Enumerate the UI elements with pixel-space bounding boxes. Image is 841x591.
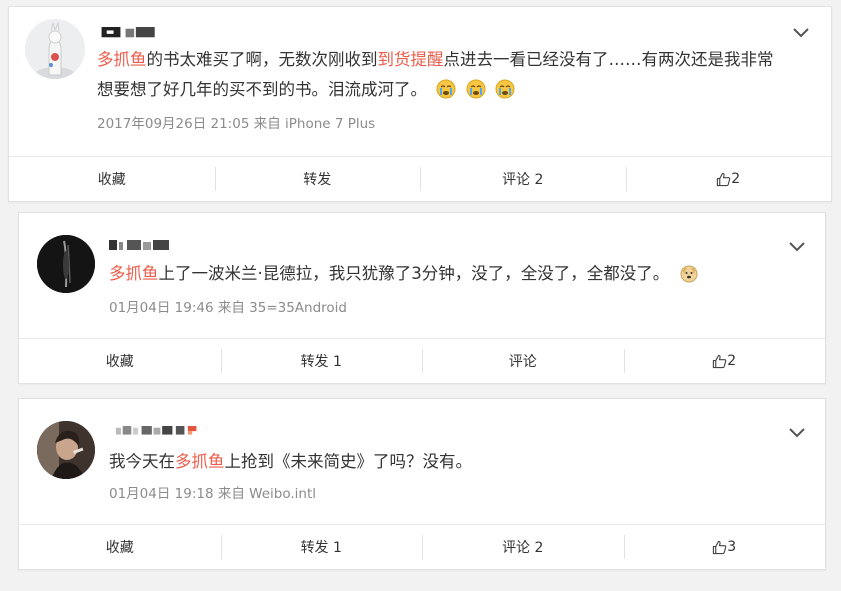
text-segment: 上抢到《未来简史》了吗？没有。 [224, 452, 473, 471]
comment-button[interactable]: 评论 2 [420, 157, 626, 201]
thumbs-up-icon [717, 172, 731, 186]
favorite-label: 收藏 [105, 354, 134, 370]
repost-label: 转发 [303, 172, 332, 188]
post-meta: 01月04日 19:46 来自 35=35Android [109, 300, 347, 316]
nickname[interactable] [97, 27, 161, 39]
chevron-down-icon[interactable] [787, 239, 807, 253]
text-segment: 上了一波米兰·昆德拉，我只犹豫了3分钟，没了，全没了，全都没了。 [158, 264, 670, 283]
like-count: 2 [727, 353, 737, 369]
keyword-link[interactable]: 多抓鱼 [109, 264, 159, 283]
dog-emoji [680, 265, 697, 283]
chevron-down-icon[interactable] [787, 425, 807, 439]
like-count: 3 [727, 539, 737, 555]
chevron-down-icon[interactable] [791, 25, 811, 39]
action-bar: 收藏 转发 1 评论 2 3 [19, 524, 825, 569]
post-text: 多抓鱼的书太难买了啊，无数次刚收到到货提醒点进去一看已经没有了……有两次还是我非… [97, 45, 774, 75]
post-text: 多抓鱼上了一波米兰·昆德拉，我只犹豫了3分钟，没了，全没了，全都没了。 [109, 259, 699, 289]
comment-label: 评论 2 [502, 172, 544, 188]
like-button[interactable]: 2 [625, 157, 832, 201]
like-count: 2 [731, 171, 741, 187]
keyword-link[interactable]: 到货提醒 [378, 50, 444, 69]
repost-button[interactable]: 转发 1 [220, 339, 423, 383]
text-segment: 想要想了好几年的买不到的书。泪流成河了。 [97, 80, 427, 99]
like-button[interactable]: 3 [623, 525, 826, 569]
favorite-button[interactable]: 收藏 [19, 525, 221, 569]
avatar[interactable] [37, 421, 95, 479]
post-text: 我今天在多抓鱼上抢到《未来简史》了吗？没有。 [109, 447, 472, 477]
thumbs-up-icon [713, 540, 727, 554]
repost-button[interactable]: 转发 1 [220, 525, 423, 569]
favorite-label: 收藏 [97, 172, 126, 188]
comment-button[interactable]: 评论 2 [422, 525, 624, 569]
text-segment: 的书太难买了啊，无数次刚收到 [146, 50, 378, 69]
crying-emoji [495, 79, 515, 99]
action-bar: 收藏 转发 1 评论 2 [19, 338, 825, 383]
action-bar: 收藏 转发 评论 2 2 [9, 156, 831, 201]
avatar[interactable] [25, 19, 85, 79]
favorite-button[interactable]: 收藏 [19, 339, 221, 383]
comment-label: 评论 2 [502, 540, 544, 556]
text-segment: 点进去一看已经没有了……有两次还是我非常 [443, 50, 774, 69]
post-card-3: 我今天在多抓鱼上抢到《未来简史》了吗？没有。 01月04日 19:18 来自 W… [18, 398, 826, 570]
like-button[interactable]: 2 [623, 339, 826, 383]
favorite-button[interactable]: 收藏 [9, 157, 215, 201]
post-card-1: 多抓鱼的书太难买了啊，无数次刚收到到货提醒点进去一看已经没有了……有两次还是我非… [8, 6, 832, 202]
post-text-line2: 想要想了好几年的买不到的书。泪流成河了。 [97, 75, 515, 105]
keyword-link[interactable]: 多抓鱼 [97, 50, 147, 69]
repost-button[interactable]: 转发 [214, 157, 421, 201]
crying-emoji [436, 79, 456, 99]
favorite-label: 收藏 [105, 540, 134, 556]
post-card-2: 多抓鱼上了一波米兰·昆德拉，我只犹豫了3分钟，没了，全没了，全都没了。 01月0… [18, 212, 826, 384]
repost-label: 转发 1 [300, 540, 342, 556]
comment-button[interactable]: 评论 [422, 339, 624, 383]
post-meta: 2017年09月26日 21:05 来自 iPhone 7 Plus [97, 116, 376, 132]
text-segment: 我今天在 [109, 452, 175, 471]
nickname[interactable] [109, 426, 205, 438]
crying-emoji [466, 79, 485, 99]
comment-label: 评论 [508, 354, 537, 370]
post-meta: 01月04日 19:18 来自 Weibo.intl [109, 486, 316, 502]
thumbs-up-icon [713, 354, 727, 368]
nickname[interactable] [109, 240, 173, 252]
avatar[interactable] [37, 235, 95, 293]
keyword-link[interactable]: 多抓鱼 [175, 452, 225, 471]
repost-label: 转发 1 [300, 354, 342, 370]
